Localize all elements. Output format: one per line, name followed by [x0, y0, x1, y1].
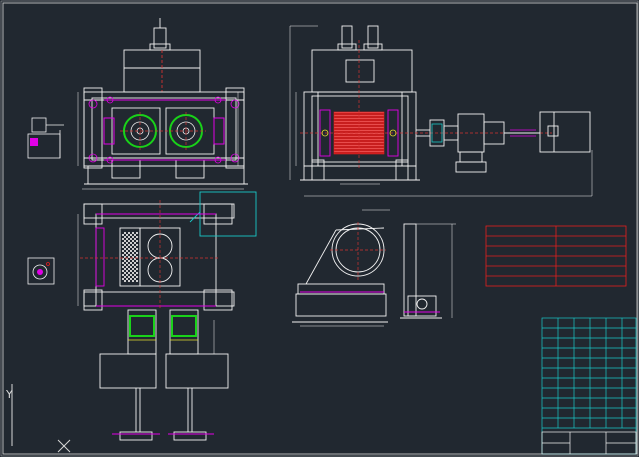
roller-press-plan-view[interactable] — [83, 203, 235, 441]
technical-data-table[interactable] — [485, 225, 627, 287]
cad-drawing-canvas[interactable]: Y — [0, 0, 639, 457]
roller-press-side-view[interactable] — [300, 25, 420, 181]
ucs-y-label: Y — [5, 388, 13, 401]
bearing-accent — [300, 291, 440, 313]
roller-press-front-view[interactable] — [83, 18, 248, 185]
side-view-dimensions — [289, 25, 593, 197]
front-view-bolts — [88, 96, 240, 164]
bearing-dimensions — [300, 209, 456, 327]
hydraulic-station-detail[interactable] — [27, 117, 64, 159]
bearing-centerline — [330, 222, 386, 280]
gauge-detail[interactable] — [27, 257, 55, 285]
front-view-dimensions — [77, 92, 244, 190]
title-block-grid[interactable] — [541, 317, 637, 455]
plan-view-dimensions — [77, 214, 215, 354]
front-view-guide-lines — [103, 99, 226, 161]
title-block-name-area — [541, 431, 637, 455]
plan-view-roller-texture — [122, 232, 138, 282]
plan-view-centerline — [80, 200, 220, 310]
ucs-axis-icon — [11, 384, 71, 453]
plan-view-couplings — [129, 315, 197, 337]
bearing-seat-detail[interactable] — [292, 223, 442, 323]
